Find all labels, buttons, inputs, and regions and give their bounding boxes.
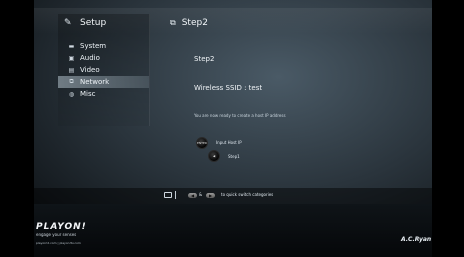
left-key-button[interactable]: ◀: [188, 193, 197, 198]
right-key-button[interactable]: ▶: [206, 193, 215, 198]
step-title: Step2: [194, 55, 215, 63]
category-label: Network: [80, 78, 110, 86]
instruction-text: You are now ready to create a host IP ad…: [194, 113, 286, 118]
setup-title: Setup: [80, 18, 107, 28]
system-icon: ▬: [68, 42, 75, 50]
playon-logo: PLAYON!: [36, 222, 87, 232]
ssid-line: Wireless SSID : test: [194, 84, 263, 92]
ampersand: &: [199, 192, 203, 197]
category-item-audio[interactable]: ▣ Audio: [58, 52, 149, 64]
divider: [175, 191, 176, 199]
misc-icon: ◍: [68, 90, 75, 98]
video-icon: ▤: [68, 66, 75, 74]
enter-icon: ENTER: [197, 141, 207, 145]
category-list: ▬ System ▣ Audio ▤ Video ⧉ Network ◍ Mis…: [58, 40, 149, 100]
category-label: System: [80, 42, 107, 50]
footer-bar: [34, 204, 432, 257]
audio-icon: ▣: [68, 54, 75, 62]
category-label: Video: [80, 66, 100, 74]
category-item-misc[interactable]: ◍ Misc: [58, 88, 149, 100]
help-icon: [164, 192, 172, 198]
category-label: Misc: [80, 90, 96, 98]
input-host-ip-label: Input Host IP: [216, 140, 242, 145]
category-label: Audio: [80, 54, 100, 62]
content-header: ⧉ Step2: [150, 14, 432, 32]
step1-label: Step1: [228, 154, 240, 159]
left-letterbox: [0, 0, 34, 257]
brand-block: PLAYON! engage your senses playon!d.com …: [36, 223, 87, 246]
maker-logo: A.C.Ryan: [401, 236, 432, 243]
network-icon: ⧉: [69, 78, 74, 85]
back-button[interactable]: ◀: [208, 150, 220, 162]
content-title: Step2: [181, 18, 208, 28]
brand-tagline: engage your senses: [36, 232, 77, 237]
category-item-network[interactable]: ⧉ Network: [58, 76, 149, 88]
category-item-system[interactable]: ▬ System: [58, 40, 149, 52]
network-icon: ⧉: [170, 18, 176, 27]
setup-header: ✎ Setup: [58, 14, 149, 32]
brand-urls: playon!d.com | playon!tv.com: [36, 241, 81, 245]
category-item-video[interactable]: ▤ Video: [58, 64, 149, 76]
wrench-icon: ✎: [64, 18, 72, 28]
enter-button[interactable]: ENTER: [196, 137, 208, 149]
help-text: to quick switch categories: [221, 192, 274, 197]
left-arrow-icon: ◀: [212, 154, 216, 158]
right-letterbox: [432, 0, 464, 257]
